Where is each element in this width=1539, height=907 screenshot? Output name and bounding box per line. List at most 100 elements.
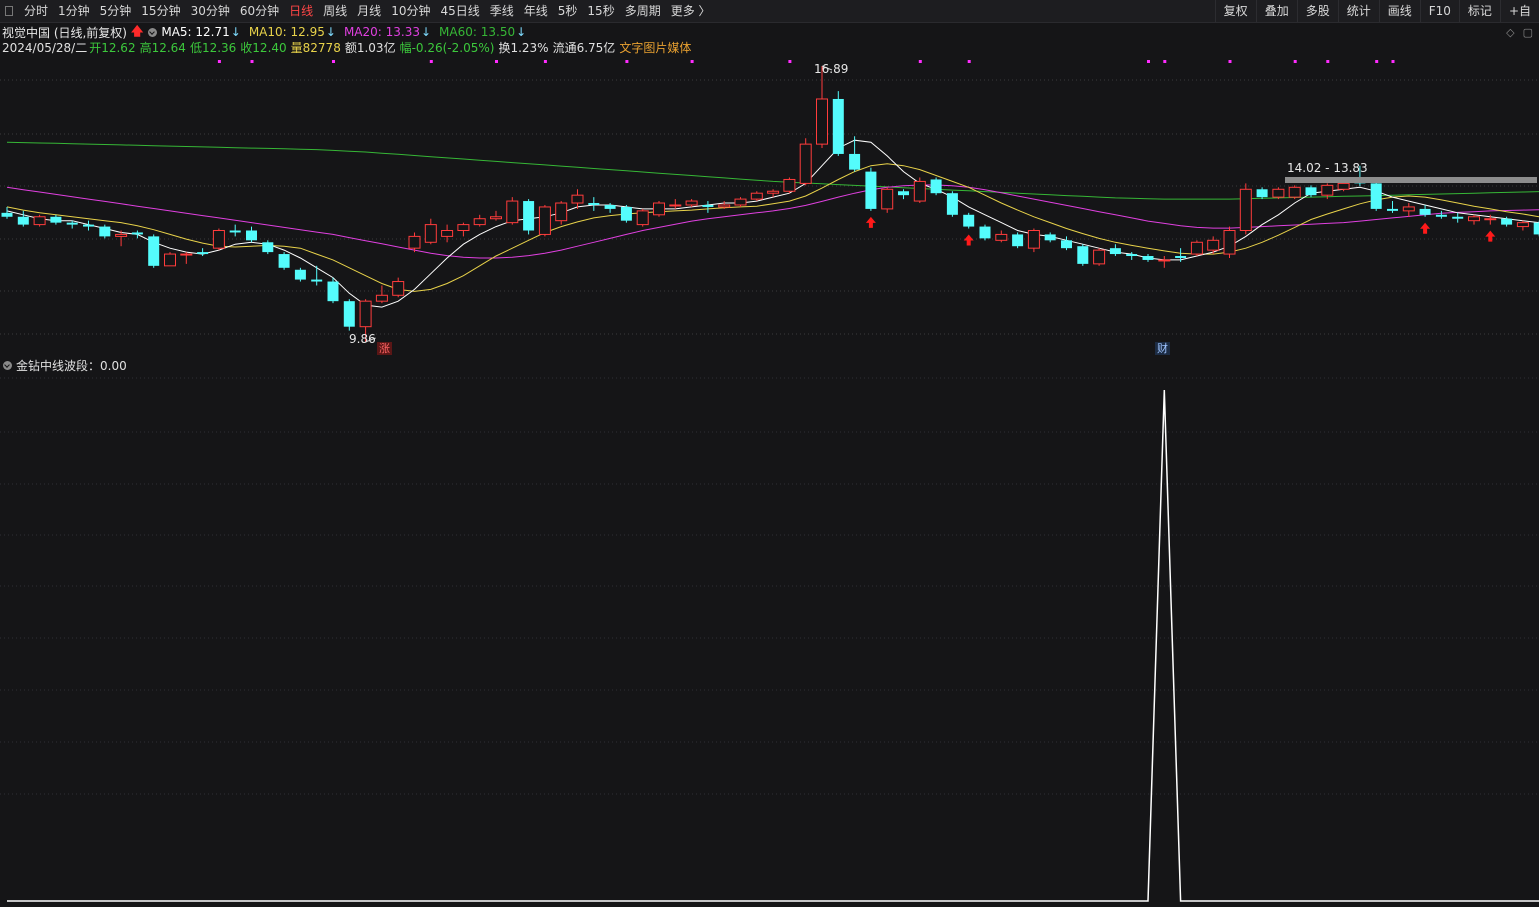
event-marker-4 <box>495 60 498 63</box>
period-tab-13[interactable]: 5秒 <box>553 0 583 22</box>
settings-circle-icon[interactable] <box>3 360 12 370</box>
settings-circle-icon[interactable] <box>148 27 158 37</box>
candle-body <box>1468 216 1480 222</box>
quote-date: 2024/05/28/二 <box>2 41 88 55</box>
period-tab-15[interactable]: 多周期 <box>620 0 666 22</box>
candle-body <box>1239 188 1252 232</box>
candle-body <box>669 204 682 207</box>
candle <box>1223 226 1236 258</box>
event-marker-2 <box>332 60 335 63</box>
candle-body <box>1207 239 1220 251</box>
candle <box>1239 183 1252 235</box>
candle <box>1272 187 1285 200</box>
candle-body <box>1533 222 1539 235</box>
candle <box>816 66 828 149</box>
quote-close: 收12.40 <box>240 41 287 55</box>
candle <box>1533 220 1539 237</box>
candle-body <box>588 203 600 205</box>
period-tab-1[interactable]: 1分钟 <box>53 0 95 22</box>
period-tab-8[interactable]: 月线 <box>352 0 386 22</box>
candle-body <box>473 218 486 226</box>
candle <box>1012 232 1024 249</box>
candle-body <box>1256 189 1268 198</box>
candle-body <box>180 253 193 256</box>
candle-body <box>799 143 812 184</box>
limit-up-flag[interactable]: 涨 <box>377 342 392 355</box>
price-range-tag: 14.02 - 13.83 <box>1287 161 1368 175</box>
event-marker-6 <box>625 60 629 63</box>
tool-button-3[interactable]: 统计 <box>1337 0 1379 22</box>
candle-body <box>1516 222 1529 228</box>
candle-body <box>506 200 519 224</box>
candle <box>1077 244 1089 266</box>
period-tab-0[interactable]: 分时 <box>19 0 53 22</box>
candle <box>50 214 62 225</box>
tool-button-2[interactable]: 多股 <box>1296 0 1338 22</box>
period-tab-6[interactable]: 日线 <box>284 0 318 22</box>
finance-flag[interactable]: 财 <box>1155 342 1170 355</box>
tool-button-6[interactable]: 标记 <box>1458 0 1500 22</box>
candle-body <box>1387 208 1398 211</box>
candle-body <box>392 281 405 296</box>
tool-button-7[interactable]: +自 <box>1499 0 1539 22</box>
period-tab-5[interactable]: 60分钟 <box>235 0 284 22</box>
candle-body <box>424 224 437 243</box>
candle-body <box>979 226 991 239</box>
concept-tag[interactable]: 文字图片媒体 <box>619 39 691 56</box>
candle-body <box>1142 256 1154 260</box>
candle <box>946 191 958 217</box>
period-tab-14[interactable]: 15秒 <box>582 0 619 22</box>
quote-open: 开12.62 <box>89 41 136 55</box>
candle <box>881 187 894 213</box>
period-tab-12[interactable]: 年线 <box>519 0 553 22</box>
candle-body <box>1175 256 1187 258</box>
period-tab-3[interactable]: 15分钟 <box>136 0 185 22</box>
event-marker-8 <box>788 60 792 63</box>
candle-body <box>1190 241 1203 255</box>
panel-toggle-icon[interactable] <box>5 6 13 16</box>
candle <box>392 277 405 298</box>
candle-body <box>164 253 176 267</box>
sub-indicator-chart[interactable] <box>0 372 1539 907</box>
tool-button-1[interactable]: 叠加 <box>1255 0 1297 22</box>
candle <box>555 201 568 225</box>
stock-title: 视觉中国 (日线,前复权) <box>2 25 127 40</box>
buy-signal-arrow-icon <box>865 216 876 228</box>
ma60-value: MA60: 13.50 <box>439 25 516 39</box>
event-marker-9 <box>918 60 922 63</box>
quote-change: 幅-0.26(-2.05%) <box>399 41 495 55</box>
candle-body <box>1305 187 1317 196</box>
period-tab-9[interactable]: 10分钟 <box>386 0 435 22</box>
candle <box>783 177 796 194</box>
candle <box>457 222 470 237</box>
period-tab-7[interactable]: 周线 <box>318 0 352 22</box>
diamond-icon[interactable]: ◇ <box>1506 26 1514 39</box>
chart-corner-icons: ◇ ▢ <box>1506 26 1533 39</box>
event-marker-3 <box>429 60 433 63</box>
candle-body <box>963 214 975 227</box>
event-marker-17 <box>1391 60 1395 63</box>
period-tab-16[interactable]: 更多 〉 <box>666 0 716 22</box>
period-tab-4[interactable]: 30分钟 <box>186 0 235 22</box>
square-icon[interactable]: ▢ <box>1523 26 1533 39</box>
period-tab-11[interactable]: 季线 <box>485 0 519 22</box>
candle-body <box>1402 206 1415 212</box>
period-tab-2[interactable]: 5分钟 <box>95 0 137 22</box>
tool-button-5[interactable]: F10 <box>1419 0 1459 22</box>
event-marker-15 <box>1326 60 1330 63</box>
period-tab-10[interactable]: 45日线 <box>435 0 484 22</box>
candle-body <box>685 200 698 206</box>
candle <box>913 177 926 204</box>
tool-button-4[interactable]: 画线 <box>1378 0 1420 22</box>
tool-button-0[interactable]: 复权 <box>1214 0 1256 22</box>
candle-body <box>359 300 372 328</box>
event-marker-1 <box>250 60 254 63</box>
candle-body <box>197 252 209 255</box>
candle <box>653 201 665 217</box>
high-price-label: 16.89 <box>814 62 849 76</box>
candle-body <box>832 98 844 154</box>
candlestick-chart[interactable] <box>0 56 1539 356</box>
candle-body <box>849 153 861 170</box>
candle-body <box>490 216 502 220</box>
candle-body <box>1158 259 1171 262</box>
